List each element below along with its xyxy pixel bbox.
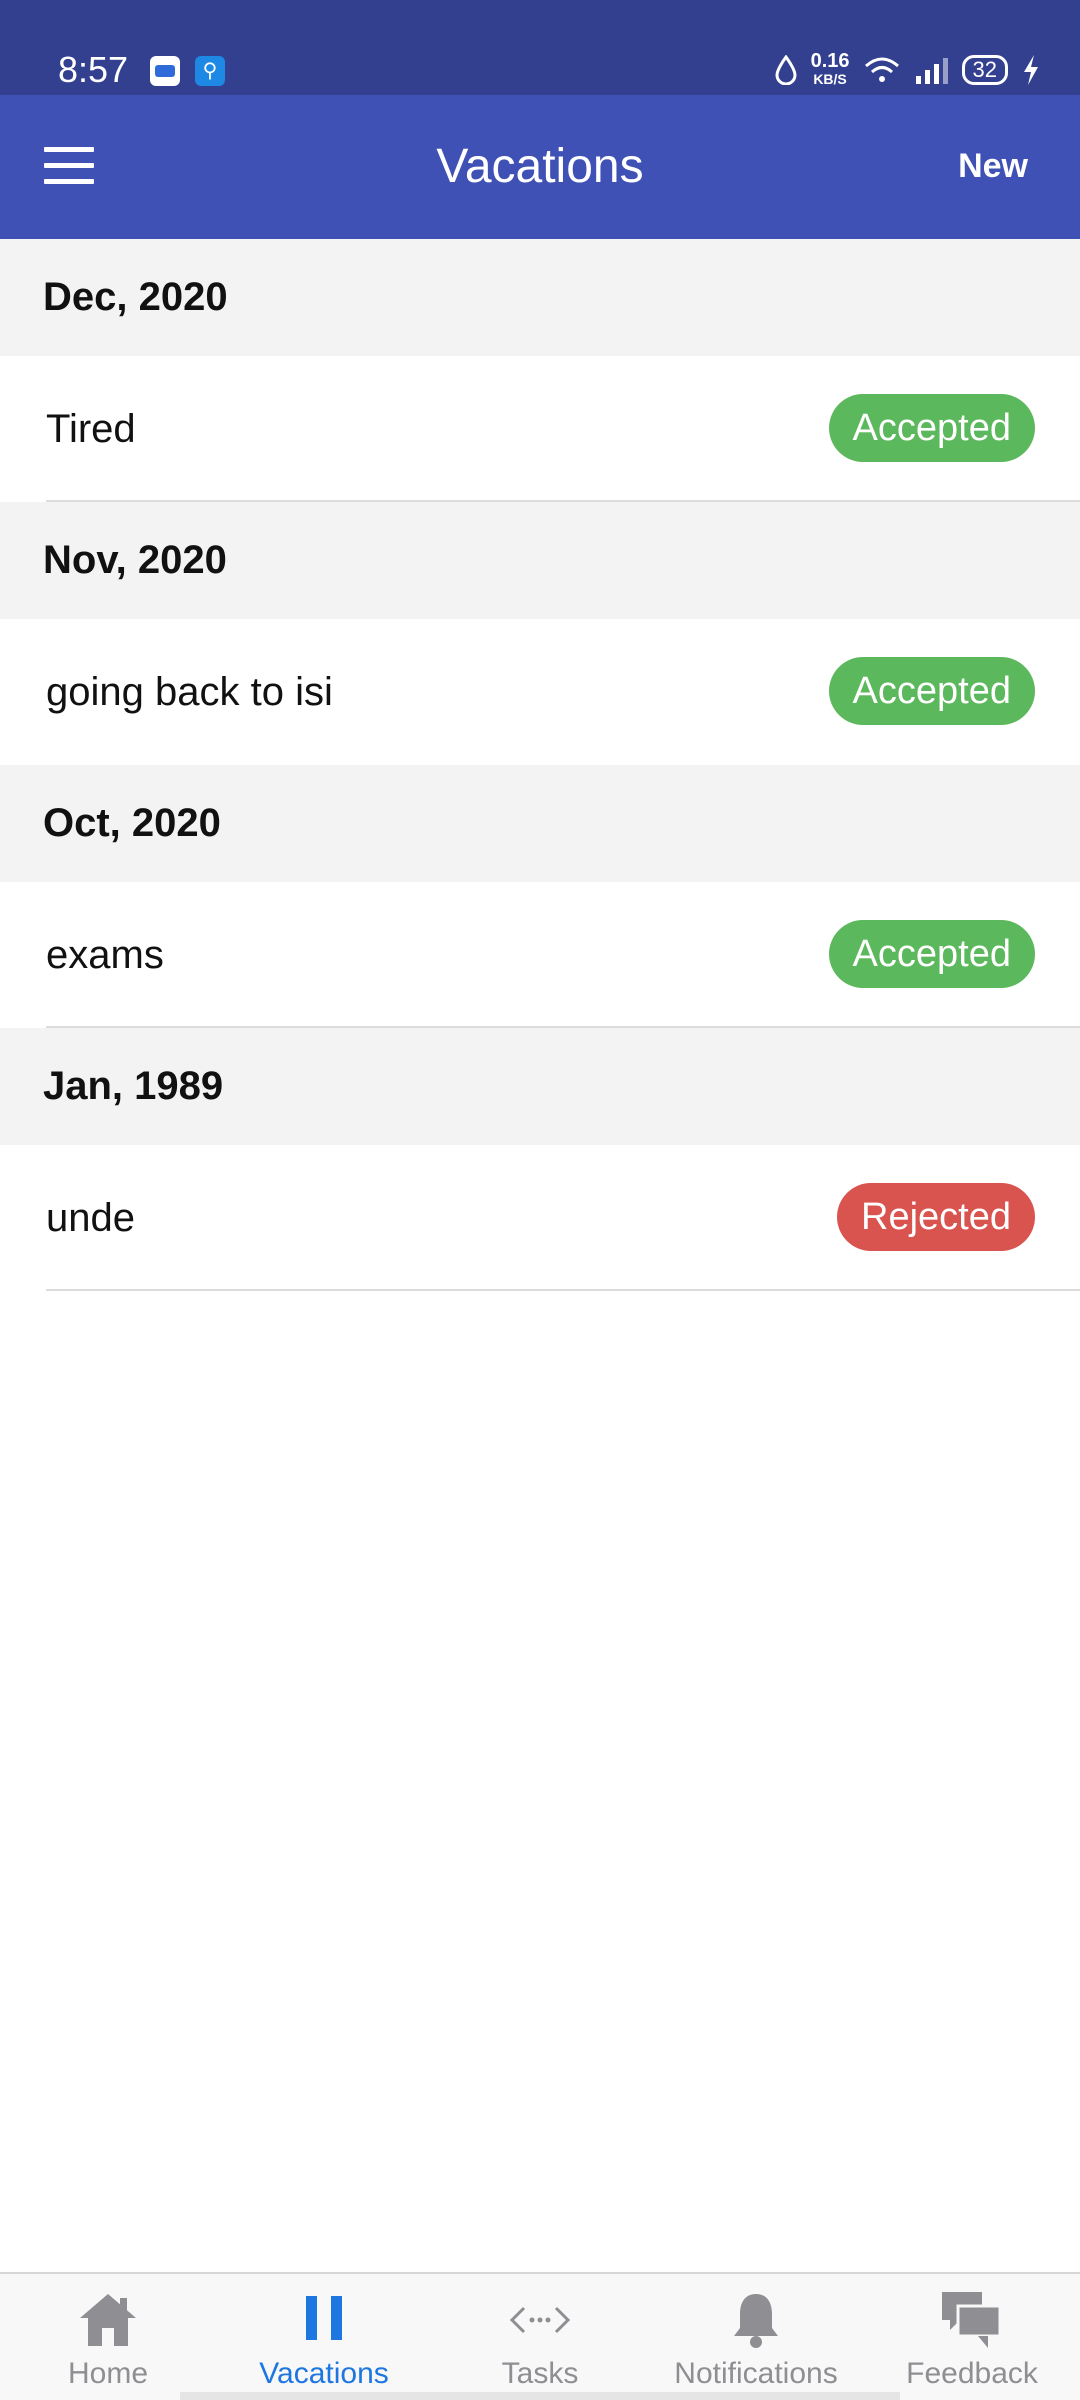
tab-tasks[interactable]: Tasks [432, 2274, 648, 2400]
section-header: Oct, 2020 [0, 765, 1080, 882]
vacation-title: going back to isi [46, 670, 333, 714]
divider [46, 1026, 1080, 1028]
usb-icon: ⚲ [195, 56, 225, 86]
tab-label: Vacations [259, 2357, 389, 2390]
data-saver-icon [775, 55, 797, 85]
section-header: Nov, 2020 [0, 502, 1080, 619]
bell-icon [734, 2294, 778, 2348]
net-speed-value: 0.16 [810, 50, 850, 72]
vacation-title: Tired [46, 407, 136, 451]
vacation-title: unde [46, 1196, 135, 1240]
code-icon [509, 2306, 571, 2334]
status-bar: 8:57 ⚲ 0.16 KB/S 32 [0, 0, 1080, 95]
vacation-title: exams [46, 933, 164, 977]
bottom-tab-bar: Home Vacations Tasks Notifications Feedb… [0, 2272, 1080, 2400]
charging-icon [1024, 55, 1038, 85]
list-item[interactable]: going back to isi Accepted [0, 619, 1080, 765]
status-badge: Accepted [828, 657, 1035, 725]
status-badge: Rejected [837, 1183, 1035, 1251]
home-indicator [180, 2392, 900, 2400]
wifi-icon [864, 57, 899, 82]
home-icon [80, 2294, 136, 2346]
section-header: Dec, 2020 [0, 239, 1080, 356]
list-item[interactable]: unde Rejected [0, 1145, 1080, 1291]
status-time: 8:57 [58, 49, 129, 90]
tab-label: Notifications [674, 2357, 838, 2390]
list-item[interactable]: exams Accepted [0, 882, 1080, 1028]
notification-app-icon [150, 56, 180, 86]
page-title: Vacations [436, 140, 644, 193]
new-vacation-button[interactable]: New [958, 145, 1028, 187]
tab-vacations[interactable]: Vacations [216, 2274, 432, 2400]
net-speed: 0.16 KB/S [810, 50, 850, 88]
vacation-list: Dec, 2020 Tired Accepted Nov, 2020 going… [0, 239, 1080, 1291]
tab-label: Feedback [906, 2357, 1038, 2390]
tab-label: Tasks [501, 2357, 579, 2390]
divider [46, 1289, 1080, 1291]
divider [46, 500, 1080, 502]
section-header: Jan, 1989 [0, 1028, 1080, 1145]
tab-feedback[interactable]: Feedback [864, 2274, 1080, 2400]
app-bar: Vacations New [0, 95, 1080, 239]
status-badge: Accepted [828, 394, 1035, 462]
battery-icon: 32 [961, 55, 1008, 85]
status-indicators: 0.16 KB/S 32 [775, 48, 1040, 92]
net-speed-unit: KB/S [813, 71, 847, 87]
tab-label: Home [67, 2357, 149, 2390]
pause-icon [306, 2296, 342, 2340]
chat-icon [942, 2292, 1002, 2348]
signal-icon [915, 58, 948, 84]
list-item[interactable]: Tired Accepted [0, 356, 1080, 502]
tab-home[interactable]: Home [0, 2274, 216, 2400]
status-badge: Accepted [828, 920, 1035, 988]
tab-notifications[interactable]: Notifications [648, 2274, 864, 2400]
